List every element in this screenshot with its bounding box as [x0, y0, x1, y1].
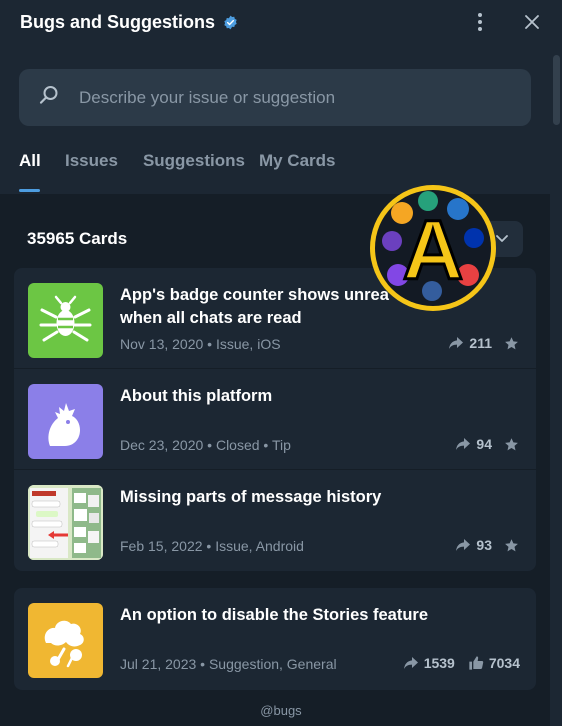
share-icon [447, 334, 465, 352]
overlay-letter: A [403, 203, 464, 297]
card-meta: Feb 15, 2022 • Issue, Android [120, 538, 304, 554]
share-count: 211 [469, 335, 492, 351]
star-icon[interactable] [502, 435, 520, 453]
bugs-window: Bugs and Suggestions Describe your issue… [0, 0, 562, 726]
card-stats: 211 [447, 334, 520, 352]
star-icon[interactable] [502, 334, 520, 352]
share-icon [402, 654, 420, 672]
share-icon [454, 435, 472, 453]
card-title: An option to disable the Stories feature [120, 606, 429, 624]
screenshot-thumbnail [28, 485, 103, 560]
card-item[interactable]: An option to disable the Stories feature… [14, 588, 536, 689]
thumbs-up-icon [467, 654, 485, 672]
scrollbar-thumb[interactable] [553, 55, 560, 125]
card-list: App's badge counter shows unrea when all… [14, 268, 536, 571]
footer-handle: @bugs [260, 703, 302, 718]
card-stats: 93 [454, 536, 520, 554]
card-stats: 94 [454, 435, 520, 453]
window-header: Bugs and Suggestions [0, 0, 562, 44]
search-box[interactable] [19, 69, 531, 126]
card-list: An option to disable the Stories feature… [14, 588, 536, 690]
tab-all[interactable]: All [19, 148, 41, 192]
card-item[interactable]: About this platform Dec 23, 2020 • Close… [14, 369, 536, 470]
bug-icon [28, 283, 103, 358]
overlay-logo: A [368, 183, 498, 313]
more-options-icon[interactable] [470, 12, 490, 32]
stories-icon [28, 603, 103, 678]
tab-my-cards[interactable]: My Cards [259, 148, 336, 192]
tab-suggestions[interactable]: Suggestions [143, 148, 245, 192]
share-count: 93 [476, 537, 492, 553]
card-title: About this platform [120, 387, 273, 405]
card-meta: Nov 13, 2020 • Issue, iOS [120, 336, 281, 352]
cards-count: 35965 Cards [27, 229, 128, 248]
like-count: 7034 [488, 655, 520, 671]
share-count: 1539 [423, 655, 455, 671]
search-input[interactable] [79, 87, 479, 108]
star-icon[interactable] [502, 536, 520, 554]
close-icon[interactable] [522, 12, 542, 32]
share-icon [454, 536, 472, 554]
scrollbar-track[interactable] [550, 50, 562, 726]
share-count: 94 [476, 436, 492, 452]
search-icon [39, 85, 59, 110]
rooster-icon [28, 384, 103, 459]
verified-badge-icon [223, 15, 238, 30]
card-item[interactable]: Missing parts of message history Feb 15,… [14, 470, 536, 571]
filter-tabs: All Issues Suggestions My Cards [19, 148, 335, 192]
card-title: Missing parts of message history [120, 488, 382, 506]
window-title: Bugs and Suggestions [20, 11, 216, 32]
tab-issues[interactable]: Issues [65, 148, 118, 192]
card-meta: Jul 21, 2023 • Suggestion, General [120, 656, 337, 672]
card-stats: 1539 7034 [402, 654, 520, 672]
card-meta: Dec 23, 2020 • Closed • Tip [120, 437, 291, 453]
